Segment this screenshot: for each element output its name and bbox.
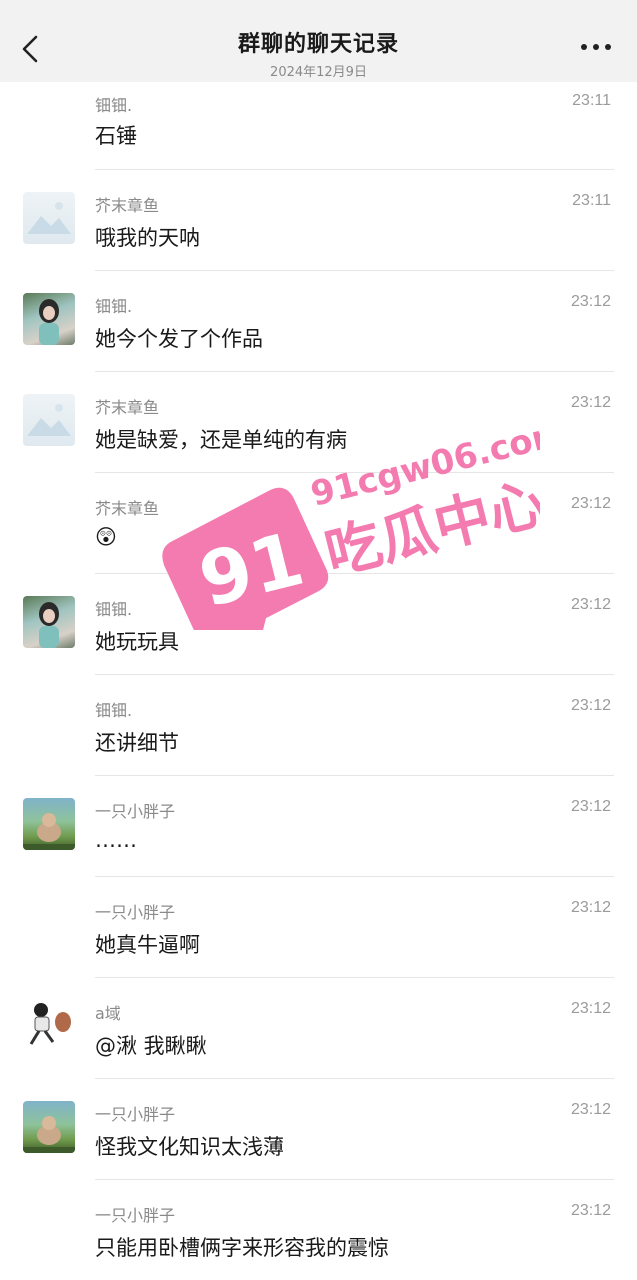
avatar[interactable]: [23, 293, 75, 345]
message-text: 石锤: [95, 124, 137, 148]
sender-name: 芥末章鱼: [95, 499, 160, 518]
message-item[interactable]: 芥末章鱼 23:12 😲: [0, 473, 637, 574]
message-item[interactable]: 一只小胖子 23:12 怪我文化知识太浅薄: [0, 1079, 637, 1180]
avatar[interactable]: [23, 394, 75, 446]
message-text: @湫 我瞅瞅: [95, 1034, 207, 1058]
message-time: 23:12: [570, 798, 611, 815]
message-time: 23:11: [572, 192, 611, 209]
message-text: 还讲细节: [95, 731, 179, 755]
message-time: 23:12: [570, 1202, 611, 1219]
message-time: 23:11: [572, 92, 611, 109]
sender-name: 钿钿.: [95, 701, 133, 720]
message-item[interactable]: 芥末章鱼 23:12 她是缺爱，还是单纯的有病: [0, 372, 637, 473]
message-text: 她玩玩具: [95, 630, 179, 654]
message-item[interactable]: 芥末章鱼 23:11 哦我的天呐: [0, 170, 637, 271]
title-block: 群聊的聊天记录 2024年12月9日: [0, 26, 637, 80]
message-item[interactable]: 钿钿. 23:12 还讲细节: [0, 675, 637, 776]
message-time: 23:12: [570, 899, 611, 916]
message-time: 23:12: [570, 596, 611, 613]
message-item[interactable]: 钿钿. 23:12 她今个发了个作品: [0, 271, 637, 372]
message-text: 哦我的天呐: [95, 226, 200, 250]
page-title: 群聊的聊天记录: [237, 32, 399, 57]
message-text: 她是缺爱，还是单纯的有病: [95, 428, 347, 452]
sender-name: 芥末章鱼: [95, 398, 160, 417]
sender-name: 一只小胖子: [95, 1206, 176, 1225]
sender-name: 一只小胖子: [95, 903, 176, 922]
message-time: 23:12: [570, 1101, 611, 1118]
message-text: 她真牛逼啊: [95, 933, 200, 957]
sender-name: 钿钿.: [95, 96, 133, 115]
message-time: 23:12: [570, 1000, 611, 1017]
message-item[interactable]: 钿钿. 23:12 她玩玩具: [0, 574, 637, 675]
sender-name: 芥末章鱼: [95, 196, 160, 215]
message-text: 怪我文化知识太浅薄: [95, 1135, 284, 1159]
avatar[interactable]: [23, 1101, 75, 1153]
more-options-icon[interactable]: [581, 44, 611, 52]
top-bar: 群聊的聊天记录 2024年12月9日: [0, 0, 637, 82]
avatar[interactable]: [23, 798, 75, 850]
message-item[interactable]: 钿钿. 23:11 石锤: [0, 82, 637, 170]
message-time: 23:12: [570, 495, 611, 512]
message-item[interactable]: 一只小胖子 23:12 只能用卧槽俩字来形容我的震惊: [0, 1180, 637, 1280]
message-text: 她今个发了个作品: [95, 327, 263, 351]
avatar[interactable]: [23, 1000, 75, 1052]
message-text: 😲: [95, 525, 117, 549]
sender-name: 一只小胖子: [95, 802, 176, 821]
message-list: 钿钿. 23:11 石锤 芥末章鱼 23:11 哦我的天呐 钿钿. 23:12 她今个发了个作品…: [0, 82, 637, 1280]
avatar[interactable]: [23, 192, 75, 244]
sender-name: 钿钿.: [95, 297, 133, 316]
message-text: ……: [95, 828, 137, 852]
message-text: 只能用卧槽俩字来形容我的震惊: [95, 1236, 389, 1260]
message-item[interactable]: 一只小胖子 23:12 ……: [0, 776, 637, 877]
message-time: 23:12: [570, 697, 611, 714]
record-date: 2024年12月9日: [270, 65, 367, 80]
avatar[interactable]: [23, 596, 75, 648]
message-item[interactable]: 一只小胖子 23:12 她真牛逼啊: [0, 877, 637, 978]
message-item[interactable]: a域 23:12 @湫 我瞅瞅: [0, 978, 637, 1079]
sender-name: 一只小胖子: [95, 1105, 176, 1124]
message-time: 23:12: [570, 293, 611, 310]
sender-name: 钿钿.: [95, 600, 133, 619]
sender-name: a域: [95, 1004, 121, 1023]
message-time: 23:12: [570, 394, 611, 411]
